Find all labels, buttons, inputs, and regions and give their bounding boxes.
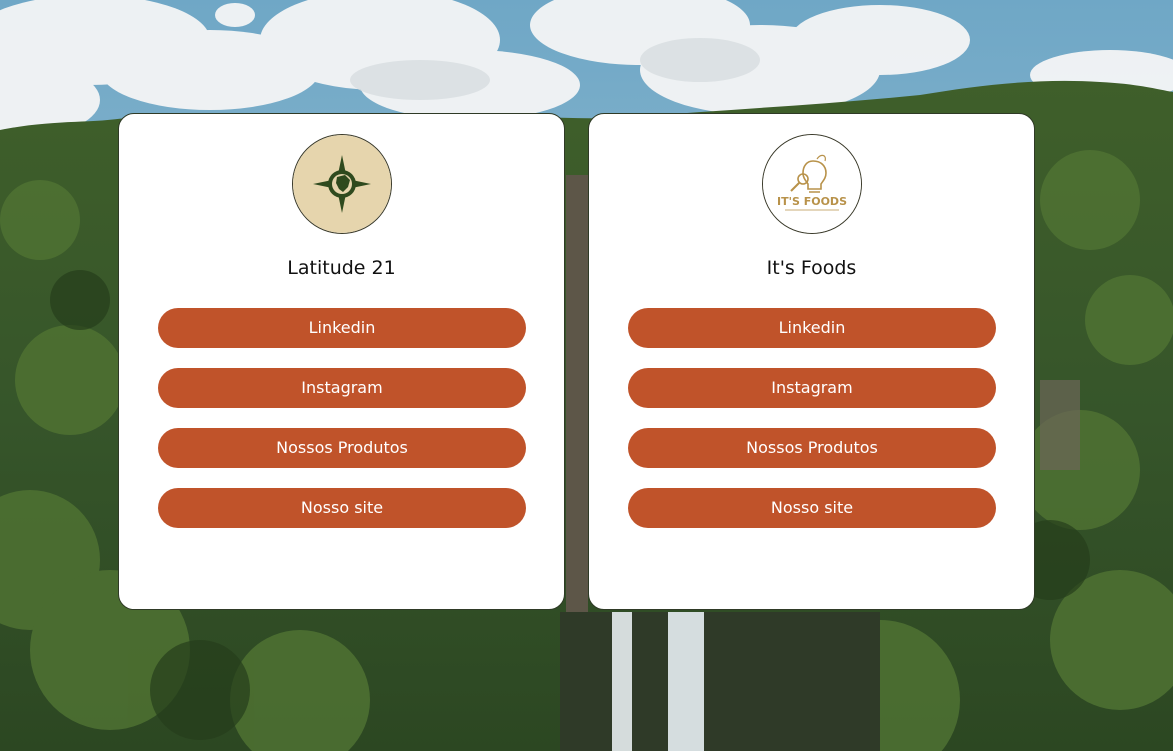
- products-button[interactable]: Nossos Produtos: [628, 428, 996, 468]
- instagram-button[interactable]: Instagram: [158, 368, 526, 408]
- website-button[interactable]: Nosso site: [628, 488, 996, 528]
- lightbulb-magnifier-icon: IT'S FOODS: [763, 135, 861, 233]
- card-title: Latitude 21: [287, 257, 396, 279]
- website-button[interactable]: Nosso site: [158, 488, 526, 528]
- latitude-21-logo: [292, 134, 392, 234]
- its-foods-logo: IT'S FOODS: [762, 134, 862, 234]
- linkedin-button[interactable]: Linkedin: [628, 308, 996, 348]
- logo-wordmark: IT'S FOODS: [777, 195, 847, 208]
- instagram-button[interactable]: Instagram: [628, 368, 996, 408]
- card-title: It's Foods: [766, 257, 857, 279]
- compass-brazil-map-icon: [293, 135, 391, 233]
- profile-card-latitude-21: Latitude 21 Linkedin Instagram Nossos Pr…: [118, 113, 565, 610]
- products-button[interactable]: Nossos Produtos: [158, 428, 526, 468]
- linkedin-button[interactable]: Linkedin: [158, 308, 526, 348]
- profile-card-its-foods: IT'S FOODS It's Foods Linkedin Instagram…: [588, 113, 1035, 610]
